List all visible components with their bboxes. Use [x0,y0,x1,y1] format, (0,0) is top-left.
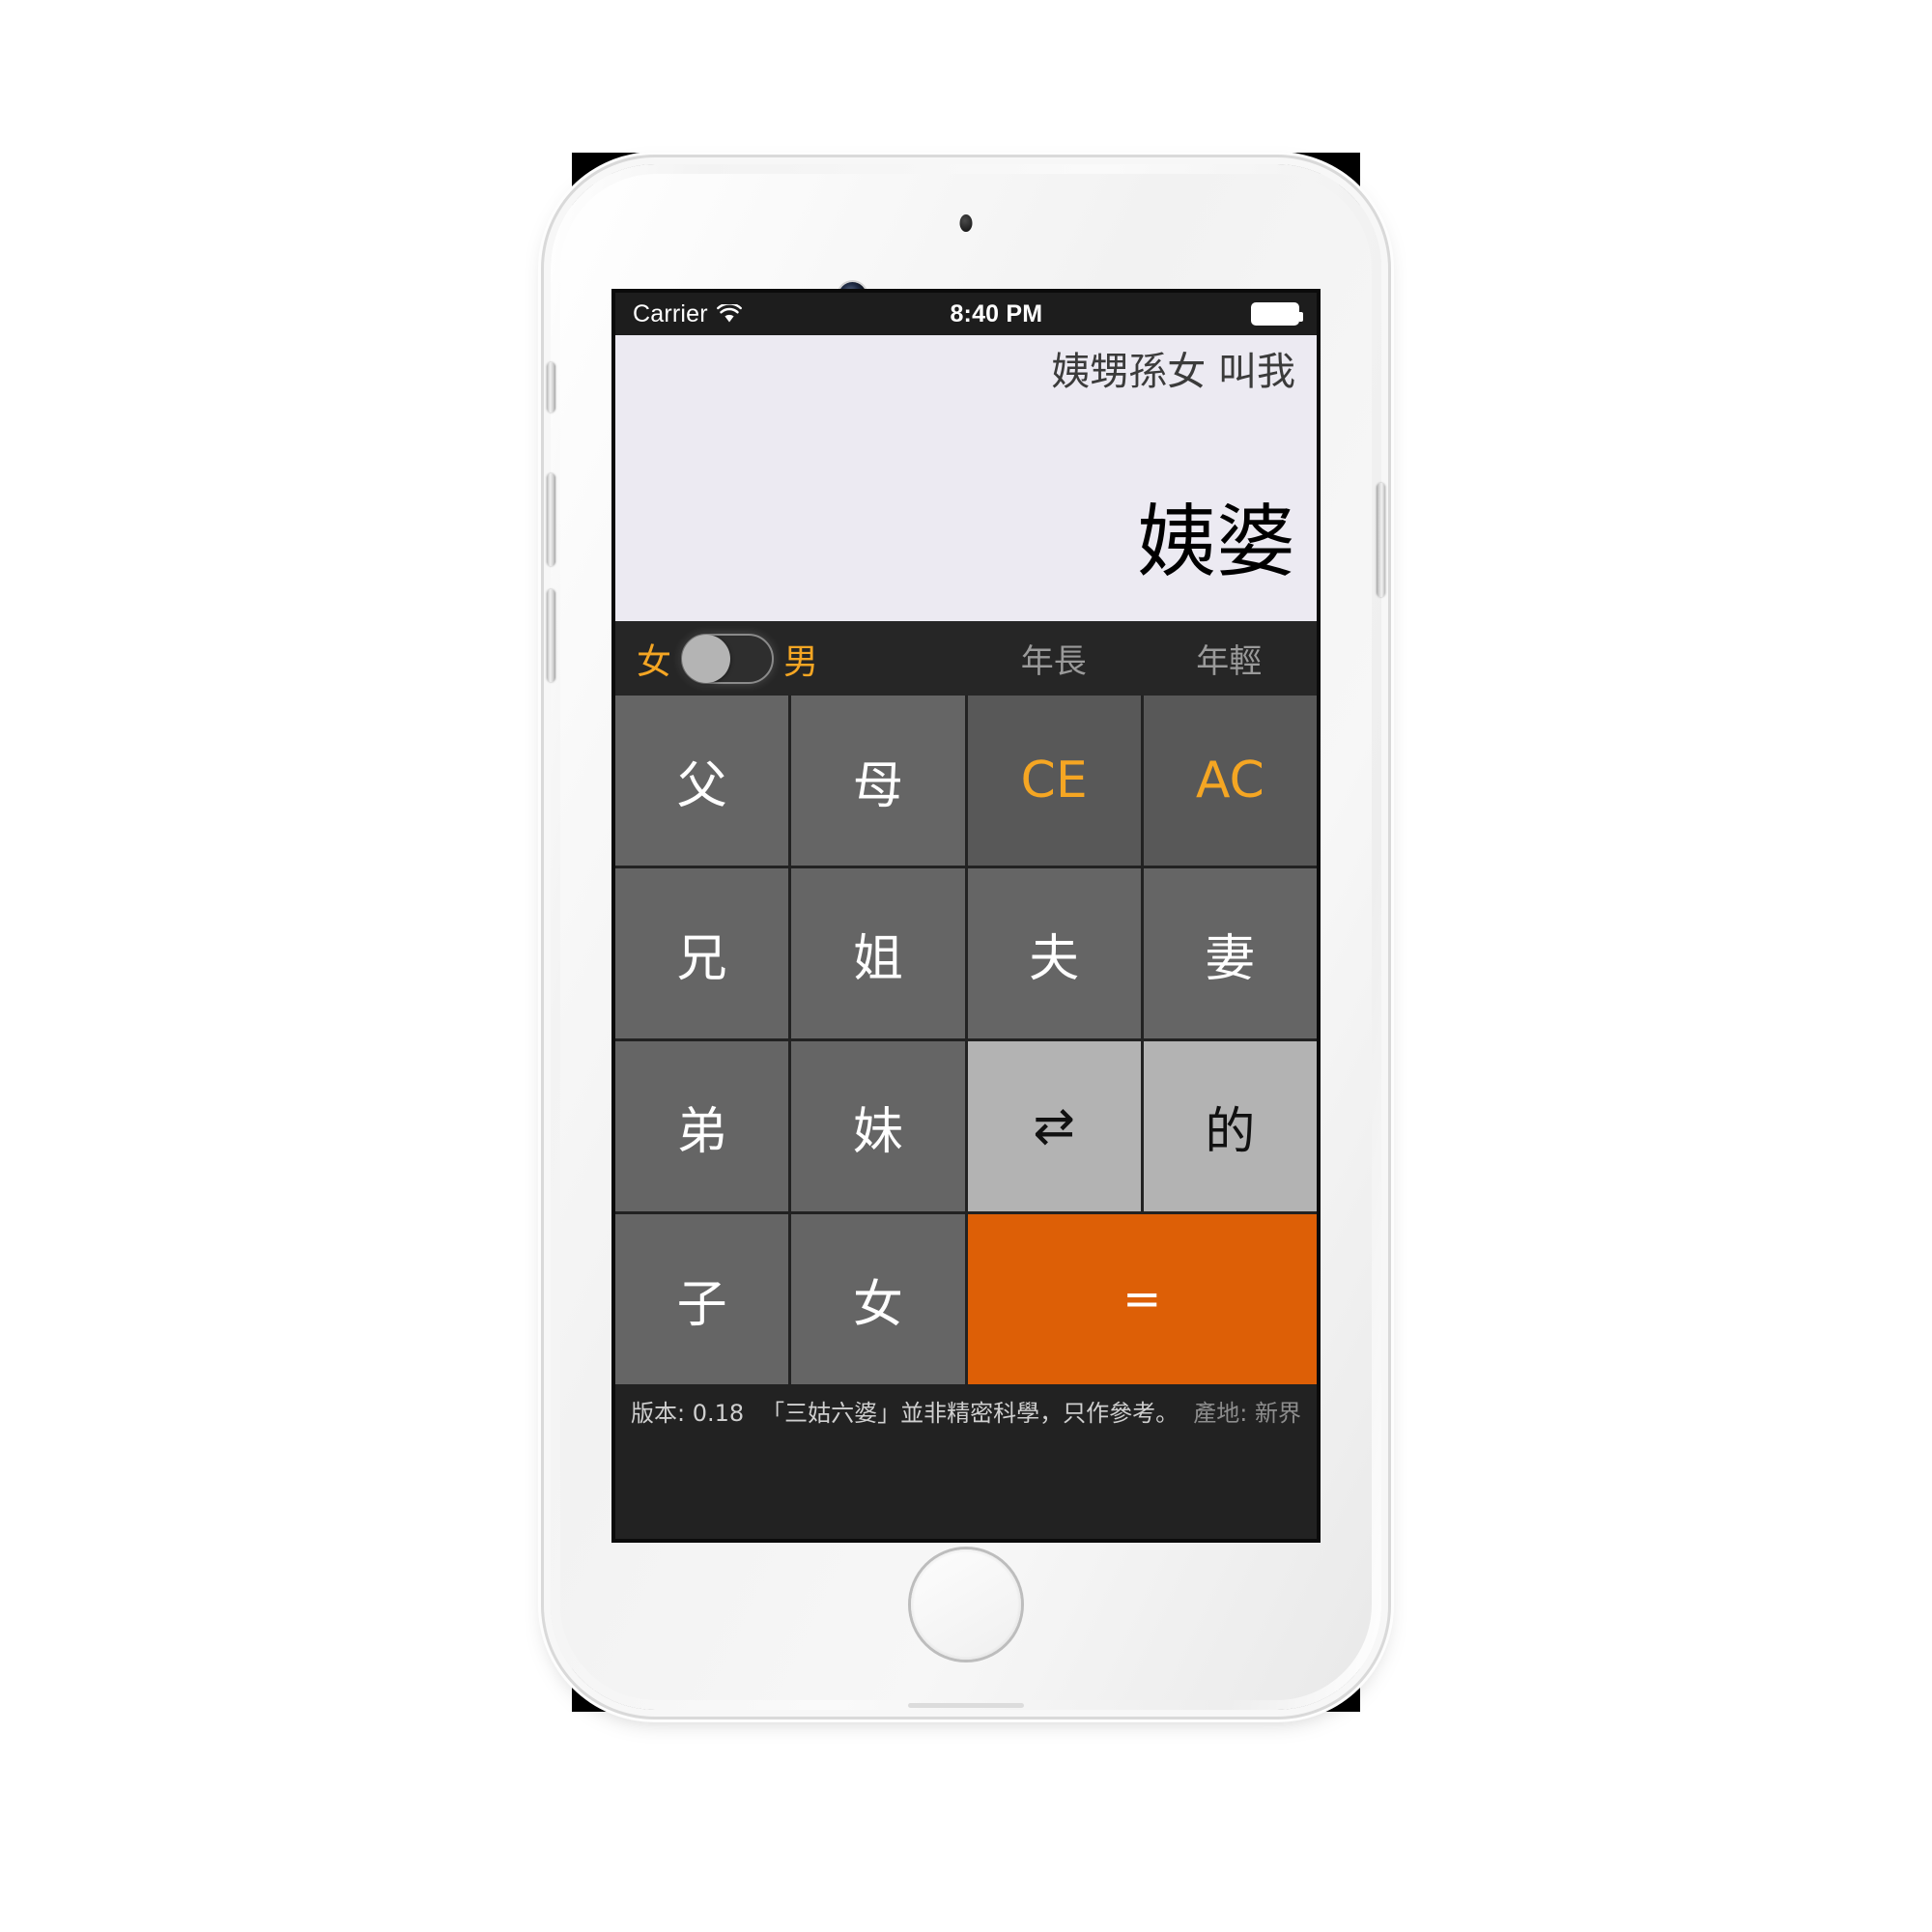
key-妹[interactable]: 妹 [791,1041,965,1211]
proximity-sensor-icon [959,214,973,232]
key-CE[interactable]: CE [967,696,1141,866]
status-bar-clock: 8:40 PM [950,299,1043,327]
gender-toggle-group[interactable]: 女 男 [615,633,966,684]
age-option-group: 年長 年輕 [966,635,1317,682]
volume-down-button[interactable] [547,589,555,682]
key-⇄[interactable]: ⇄ [967,1041,1141,1211]
disclaimer-text: 「三姑六婆」並非精密科學，只作參考。 [761,1400,1179,1427]
key-子[interactable]: 子 [615,1214,789,1384]
version-label: 版本: 0.18 [631,1400,745,1427]
key-母[interactable]: 母 [791,696,965,866]
phone-device-frame: Carrier 8:40 PM 姨甥孫女 叫我 姨婆 女 男 年長 年輕 父 母… [547,164,1385,1710]
key-父[interactable]: 父 [615,696,789,866]
gender-male-label[interactable]: 男 [783,634,818,684]
key-弟[interactable]: 弟 [615,1041,789,1211]
calculator-display: 姨甥孫女 叫我 姨婆 [615,335,1317,621]
key-妻[interactable]: 妻 [1143,868,1317,1038]
key-AC[interactable]: AC [1143,696,1317,866]
footer-bar: 版本: 0.18 「三姑六婆」並非精密科學，只作參考。 產地: 新界 [615,1384,1317,1539]
key-的[interactable]: 的 [1143,1041,1317,1211]
age-older-option[interactable]: 年長 [966,635,1142,682]
key-姐[interactable]: 姐 [791,868,965,1038]
status-bar: Carrier 8:40 PM [615,293,1317,335]
battery-full-icon [1251,302,1303,326]
status-bar-left: Carrier [633,300,742,328]
result-text: 姨婆 [1136,496,1295,588]
keypad-grid: 父母 CE AC 兄姐夫妻弟妹 ⇄ 的子女 = [615,696,1317,1384]
key-女[interactable]: 女 [791,1214,965,1384]
gender-switch-knob[interactable] [682,634,731,683]
origin-label: 產地: 新界 [1193,1400,1301,1427]
key-兄[interactable]: 兄 [615,868,789,1038]
gender-switch[interactable] [681,633,775,684]
expression-text: 姨甥孫女 叫我 [1051,350,1295,394]
wifi-icon [716,304,742,324]
carrier-label: Carrier [633,299,708,327]
key-equals[interactable]: = [967,1214,1317,1384]
home-button[interactable] [911,1549,1021,1660]
age-younger-option[interactable]: 年輕 [1142,635,1318,682]
phone-screen: Carrier 8:40 PM 姨甥孫女 叫我 姨婆 女 男 年長 年輕 父 母… [615,293,1317,1539]
mute-switch[interactable] [547,362,555,412]
bottom-speaker-grille [908,1703,1024,1708]
key-夫[interactable]: 夫 [967,868,1141,1038]
status-bar-right [1251,302,1303,326]
gender-female-label[interactable]: 女 [637,634,671,684]
power-button[interactable] [1377,483,1385,597]
options-bar: 女 男 年長 年輕 [615,621,1317,696]
volume-up-button[interactable] [547,473,555,566]
screenshot-canvas: Carrier 8:40 PM 姨甥孫女 叫我 姨婆 女 男 年長 年輕 父 母… [0,0,1932,1932]
